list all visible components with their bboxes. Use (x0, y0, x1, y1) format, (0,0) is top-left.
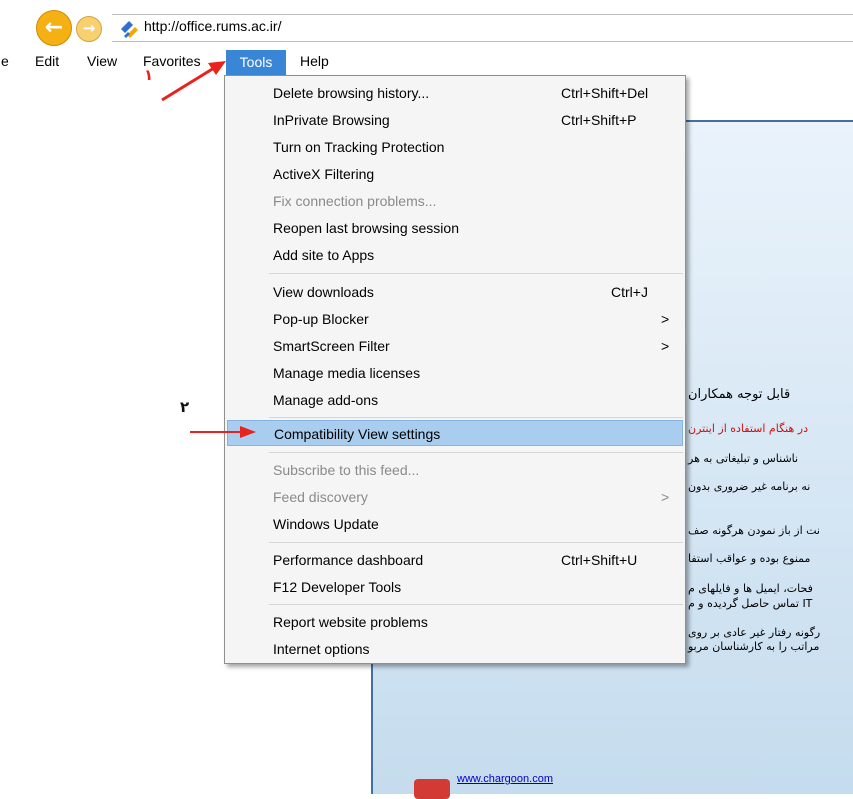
menu-item-label: Reopen last browsing session (273, 220, 459, 236)
submenu-arrow-icon: > (661, 311, 670, 327)
menu-item-manage-addons[interactable]: Manage add-ons (225, 387, 685, 413)
menu-item-label: Manage add-ons (273, 392, 379, 408)
submenu-arrow-icon: > (661, 338, 670, 354)
menu-item-compatibility-view[interactable]: Compatibility View settings (227, 420, 683, 446)
menu-edit[interactable]: Edit (35, 53, 59, 69)
site-favicon-icon (121, 21, 138, 38)
menu-item-label: Performance dashboard (273, 552, 424, 568)
menu-item-reopen-session[interactable]: Reopen last browsing session (225, 215, 685, 241)
menu-item-label: InPrivate Browsing (273, 112, 390, 128)
menu-item-label: Delete browsing history... (273, 85, 430, 101)
menu-separator (269, 604, 683, 605)
forward-button[interactable]: → (76, 16, 102, 42)
menu-item-label: Manage media licenses (273, 365, 421, 381)
menu-item-media-licenses[interactable]: Manage media licenses (225, 360, 685, 386)
menu-item-delete-history[interactable]: Delete browsing history... Ctrl+Shift+De… (225, 80, 685, 106)
menu-help[interactable]: Help (300, 53, 329, 69)
menu-item-label: Turn on Tracking Protection (273, 139, 445, 155)
notice-line: فحات، ایمیل ها و فایلهای م (688, 582, 813, 595)
notice-line: مراتب را به کارشناسان مربو (688, 640, 820, 653)
menu-item-smartscreen[interactable]: SmartScreen Filter > (225, 333, 685, 359)
menu-item-feed-discovery: Feed discovery > (225, 484, 685, 510)
menu-item-internet-options[interactable]: Internet options (225, 636, 685, 662)
submenu-arrow-icon: > (661, 489, 670, 505)
menu-separator (269, 452, 683, 453)
notice-line: ممنوع بوده و عواقب استفا (688, 552, 811, 565)
back-arrow-icon: ← (44, 15, 64, 40)
forward-arrow-icon: → (82, 19, 96, 37)
menu-item-label: Fix connection problems... (273, 193, 437, 209)
menu-item-inprivate[interactable]: InPrivate Browsing Ctrl+Shift+P (225, 107, 685, 133)
menu-item-label: SmartScreen Filter (273, 338, 390, 354)
step-number-2: ۲ (180, 398, 190, 416)
notice-line: نت از باز نمودن هرگونه صف (688, 524, 820, 537)
menu-item-label: Report website problems (273, 614, 428, 630)
menu-item-view-downloads[interactable]: View downloads Ctrl+J (225, 279, 685, 305)
menu-separator (269, 273, 683, 274)
menu-item-label: F12 Developer Tools (273, 579, 402, 595)
menu-item-popup-blocker[interactable]: Pop-up Blocker > (225, 306, 685, 332)
menu-item-label: Compatibility View settings (274, 426, 441, 442)
menu-item-add-site-apps[interactable]: Add site to Apps (225, 242, 685, 268)
notice-line: نه برنامه غیر ضروری بدون (688, 480, 811, 493)
tools-dropdown-menu: Delete browsing history... Ctrl+Shift+De… (224, 75, 686, 664)
address-bar-area: ← → http://office.rums.ac.ir/ (0, 0, 853, 50)
menu-item-report-problems[interactable]: Report website problems (225, 609, 685, 635)
shortcut-label: Ctrl+J (611, 284, 648, 300)
notice-line: رگونه رفتار غیر عادی بر روی (688, 626, 821, 639)
menu-item-fix-connection: Fix connection problems... (225, 188, 685, 214)
menu-separator (269, 417, 683, 418)
menu-item-label: ActiveX Filtering (273, 166, 375, 182)
menu-bar: e Edit View Favorites Help (0, 50, 853, 74)
menu-item-f12-tools[interactable]: F12 Developer Tools (225, 574, 685, 600)
chargoon-link[interactable]: www.chargoon.com (457, 773, 553, 785)
shortcut-label: Ctrl+Shift+Del (561, 85, 649, 101)
notice-line: در هنگام استفاده از اینترن (688, 422, 808, 435)
menu-item-label: Internet options (273, 641, 370, 657)
shortcut-label: Ctrl+Shift+U (561, 552, 638, 568)
menu-item-performance-dashboard[interactable]: Performance dashboard Ctrl+Shift+U (225, 547, 685, 573)
back-button[interactable]: ← (36, 10, 72, 46)
menu-item-label: Add site to Apps (273, 247, 375, 263)
shortcut-label: Ctrl+Shift+P (561, 112, 637, 128)
notice-line: IT تماس حاصل گردیده و م (688, 597, 813, 610)
step-number-1: ۱ (144, 66, 154, 84)
menu-item-subscribe-feed: Subscribe to this feed... (225, 457, 685, 483)
menu-item-label: Windows Update (273, 516, 379, 532)
menu-separator (269, 542, 683, 543)
menu-item-activex-filtering[interactable]: ActiveX Filtering (225, 161, 685, 187)
menu-view[interactable]: View (87, 53, 117, 69)
menu-item-windows-update[interactable]: Windows Update (225, 511, 685, 537)
menu-item-label: View downloads (273, 284, 374, 300)
menu-item-tracking-protection[interactable]: Turn on Tracking Protection (225, 134, 685, 160)
notice-line: ناشناس و تبلیغاتی به هر (688, 452, 799, 465)
menu-tools[interactable]: Tools (226, 50, 286, 75)
menu-item-label: Subscribe to this feed... (273, 462, 420, 478)
chargoon-logo (414, 779, 450, 799)
menu-item-label: Pop-up Blocker (273, 311, 369, 327)
notice-heading: قابل توجه همکاران (688, 387, 791, 402)
menu-item-label: Feed discovery (273, 489, 368, 505)
address-url[interactable]: http://office.rums.ac.ir/ (144, 18, 281, 34)
menu-file[interactable]: e (1, 53, 9, 69)
